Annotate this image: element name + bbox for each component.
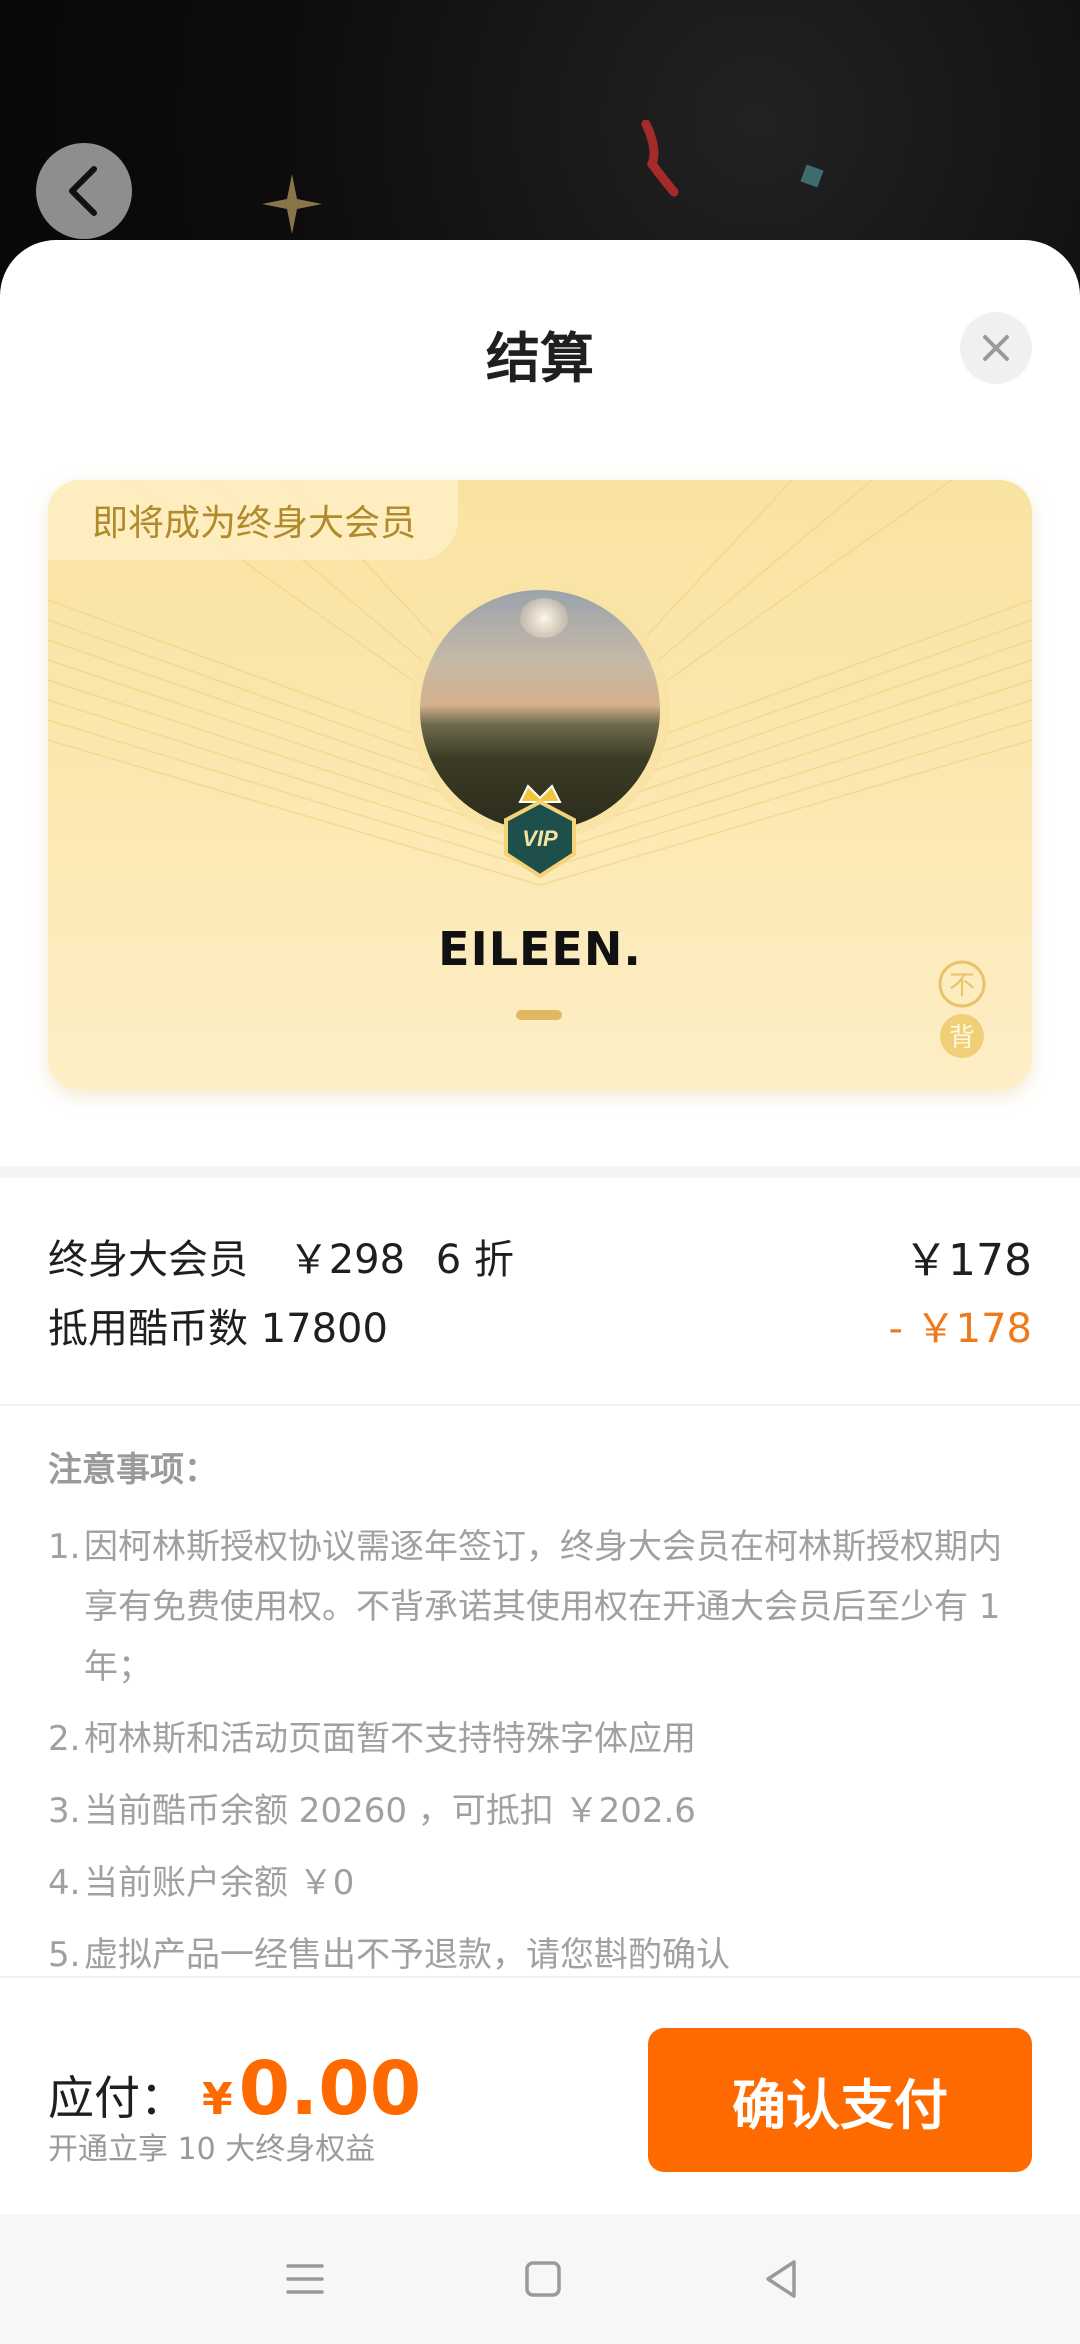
- price-row-membership: 终身大会员 ￥298 6 折 ￥178: [48, 1224, 1032, 1288]
- system-nav-bar: [0, 2214, 1080, 2344]
- confirm-pay-button[interactable]: 确认支付: [648, 2028, 1032, 2172]
- note-text: 因柯林斯授权协议需逐年签订，终身大会员在柯林斯授权期内享有免费使用权。不背承诺其…: [84, 1527, 1002, 1687]
- pay-currency: ¥: [202, 2074, 233, 2125]
- vip-badge-text: VIP: [522, 826, 558, 851]
- close-button[interactable]: [960, 312, 1032, 384]
- membership-card: 即将成为终身大会员 VIP EILEEN. 不 背: [48, 480, 1032, 1090]
- note-number: 2.: [48, 1719, 81, 1759]
- sparkle-decoration: [262, 174, 322, 234]
- section-divider: [0, 1166, 1080, 1178]
- sheet-title: 结算: [486, 327, 594, 390]
- card-page-indicator: [516, 1010, 562, 1020]
- home-icon[interactable]: [518, 2254, 568, 2304]
- triangle-back-icon[interactable]: [756, 2254, 806, 2304]
- note-text: 当前账户余额 ￥0: [84, 1863, 355, 1903]
- confetti-decoration: [641, 120, 679, 197]
- coin-deduct-label: 抵用酷币数 17800: [48, 1306, 388, 1352]
- notes-title: 注意事项：: [48, 1450, 218, 1490]
- note-item: 4. 当前账户余额 ￥0: [48, 1853, 1032, 1913]
- note-item: 2. 柯林斯和活动页面暂不支持特殊字体应用: [48, 1709, 1032, 1769]
- back-button[interactable]: [36, 143, 132, 239]
- coin-deduct-amount: - ￥178: [888, 1306, 1033, 1352]
- note-item: 1. 因柯林斯授权协议需逐年签订，终身大会员在柯林斯授权期内享有免费使用权。不背…: [48, 1517, 1032, 1697]
- pay-label: 应付：: [48, 2071, 186, 2125]
- notes-section: 注意事项： 1. 因柯林斯授权协议需逐年签订，终身大会员在柯林斯授权期内享有免费…: [48, 1442, 1032, 1997]
- avatar-sun: [520, 598, 568, 638]
- pay-summary: 应付： ¥ 0.00: [48, 2046, 421, 2132]
- checkout-sheet: 结算 即将成为终身大会员 VIP EILEEN. 不 背 终身大会员 ￥298 …: [0, 240, 1080, 2214]
- seal-text-top: 不: [949, 971, 975, 1001]
- pay-bar: 应付： ¥ 0.00 开通立享 10 大终身权益 确认支付: [0, 1976, 1080, 2216]
- discount-label: 6 折: [435, 1237, 514, 1283]
- note-text: 柯林斯和活动页面暂不支持特殊字体应用: [84, 1719, 696, 1759]
- username: EILEEN.: [438, 922, 642, 976]
- note-number: 4.: [48, 1863, 81, 1903]
- close-icon: [983, 335, 1009, 361]
- note-item: 3. 当前酷币余额 20260 ，可抵扣 ￥202.6: [48, 1781, 1032, 1841]
- seal-text-bottom: 背: [949, 1023, 975, 1053]
- pay-subtitle: 开通立享 10 大终身权益: [48, 2132, 376, 2167]
- membership-price: ￥178: [904, 1235, 1032, 1286]
- note-number: 3.: [48, 1791, 81, 1831]
- membership-label: 终身大会员: [48, 1237, 248, 1283]
- menu-icon[interactable]: [280, 2254, 330, 2304]
- pay-amount: 0.00: [238, 2046, 422, 2132]
- price-row-coins: 抵用酷币数 17800 - ￥178: [48, 1296, 1032, 1354]
- note-number: 1.: [48, 1527, 81, 1567]
- chevron-left-icon: [69, 166, 97, 216]
- vip-badge-icon: VIP: [504, 784, 576, 879]
- membership-tag: 即将成为终身大会员: [48, 480, 459, 560]
- note-text: 当前酷币余额 20260 ，可抵扣 ￥202.6: [84, 1791, 696, 1831]
- divider: [0, 1404, 1080, 1406]
- original-price: ￥298: [288, 1237, 406, 1283]
- seal-icon: 不 背: [938, 960, 986, 1058]
- price-row-left: 终身大会员 ￥298 6 折: [48, 1227, 514, 1285]
